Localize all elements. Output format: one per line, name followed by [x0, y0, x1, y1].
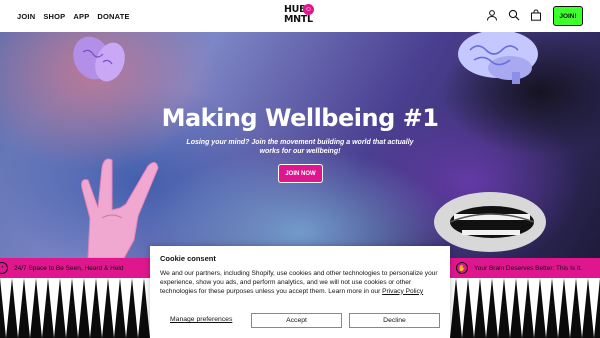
page: JOIN SHOP APP DONATE HUB ☺ MNTL JOIN! Ma…	[0, 0, 600, 338]
ticker-item-right: ✋ Your Brain Deserves Better: This Is It…	[456, 258, 582, 278]
spike	[528, 278, 540, 338]
join-button[interactable]: JOIN!	[553, 6, 583, 26]
ticker-item-left: ◔ 24/7 Space to Be Seen, Heard & Held	[0, 258, 124, 278]
spike	[0, 278, 12, 338]
rock-hand-image	[81, 158, 159, 258]
spike	[468, 278, 480, 338]
spike	[540, 278, 552, 338]
spike	[576, 278, 588, 338]
spike	[96, 278, 108, 338]
hero-banner: Making Wellbeing #1 Losing your mind? Jo…	[0, 32, 600, 258]
spike	[564, 278, 576, 338]
ear-icon: ◔	[0, 262, 8, 274]
nav-app[interactable]: APP	[73, 12, 89, 21]
brain-image	[458, 32, 538, 84]
spike	[36, 278, 48, 338]
decline-button[interactable]: Decline	[349, 313, 440, 328]
nav-shop[interactable]: SHOP	[43, 12, 65, 21]
spike	[480, 278, 492, 338]
spike	[120, 278, 132, 338]
spike	[48, 278, 60, 338]
nav-join[interactable]: JOIN	[17, 12, 35, 21]
spike	[588, 278, 600, 338]
site-header: JOIN SHOP APP DONATE HUB ☺ MNTL JOIN!	[0, 0, 600, 32]
spike	[552, 278, 564, 338]
cookie-text: We and our partners, including Shopify, …	[160, 270, 440, 296]
hero-title: Making Wellbeing #1	[161, 104, 439, 132]
search-icon[interactable]	[508, 9, 520, 21]
cookie-title: Cookie consent	[160, 254, 216, 263]
hand-icon: ✋	[456, 262, 468, 274]
brain-halves-image	[73, 36, 125, 82]
spike	[108, 278, 120, 338]
header-icons	[486, 9, 542, 21]
cart-icon[interactable]	[530, 9, 542, 21]
nav-donate[interactable]: DONATE	[97, 12, 129, 21]
spike	[72, 278, 84, 338]
ticker-text-left: 24/7 Space to Be Seen, Heard & Held	[14, 264, 124, 272]
cookie-consent-dialog: Cookie consent We and our partners, incl…	[150, 246, 450, 338]
ticker-text-right: Your Brain Deserves Better: This Is It.	[474, 264, 583, 272]
cookie-actions: Manage preferences Accept Decline	[160, 313, 440, 329]
spike	[84, 278, 96, 338]
spike	[60, 278, 72, 338]
spike	[12, 278, 24, 338]
spike	[504, 278, 516, 338]
spike	[456, 278, 468, 338]
logo-line-2: MNTL	[284, 14, 313, 25]
manage-preferences-link[interactable]: Manage preferences	[170, 316, 232, 323]
spike	[24, 278, 36, 338]
hero-join-now-button[interactable]: JOIN NOW	[278, 164, 323, 183]
spike	[516, 278, 528, 338]
privacy-policy-link[interactable]: Privacy Policy	[382, 288, 423, 295]
main-nav: JOIN SHOP APP DONATE	[17, 12, 130, 21]
site-logo[interactable]: HUB ☺ MNTL	[284, 4, 318, 28]
spike	[492, 278, 504, 338]
spike	[132, 278, 144, 338]
account-icon[interactable]	[486, 9, 498, 21]
accept-button[interactable]: Accept	[251, 313, 342, 328]
hero-subtitle: Losing your mind? Join the movement buil…	[186, 139, 414, 155]
